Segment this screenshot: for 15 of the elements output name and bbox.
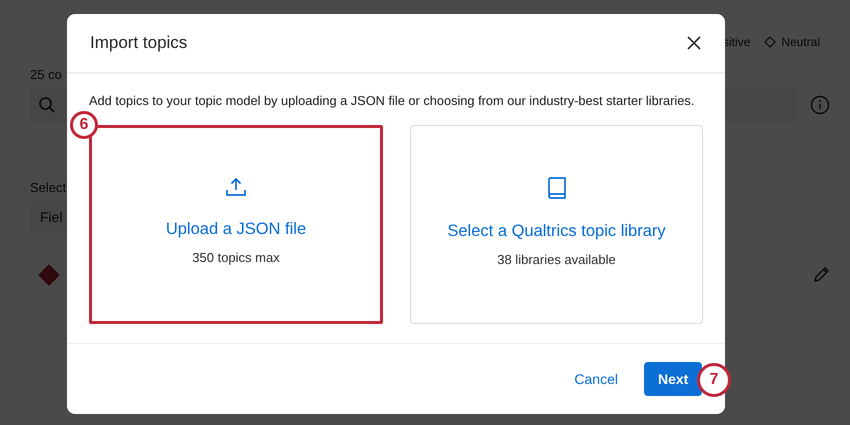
option-card[interactable]: Upload a JSON file 350 topics max (89, 125, 383, 324)
option-card[interactable]: Select a Qualtrics topic library 38 libraries available (410, 125, 703, 324)
option-subtitle: 38 libraries available (497, 252, 616, 267)
dialog-title: Import topics (90, 33, 188, 53)
close-icon[interactable] (687, 36, 701, 50)
dialog-description: Add topics to your topic model by uploading a JSON file or choosing from our industry-best starter libraries. (89, 93, 696, 109)
select-label: Select (30, 180, 66, 195)
cancel-button[interactable]: Cancel (560, 362, 632, 396)
upload-icon (225, 176, 247, 198)
legend-label: Neutral (781, 35, 820, 49)
step-callout: 6 (70, 111, 98, 139)
book-icon (546, 176, 568, 200)
next-button[interactable]: Next (644, 362, 702, 396)
option-subtitle: 350 topics max (192, 250, 280, 265)
comment-count: 25 co (30, 67, 63, 82)
